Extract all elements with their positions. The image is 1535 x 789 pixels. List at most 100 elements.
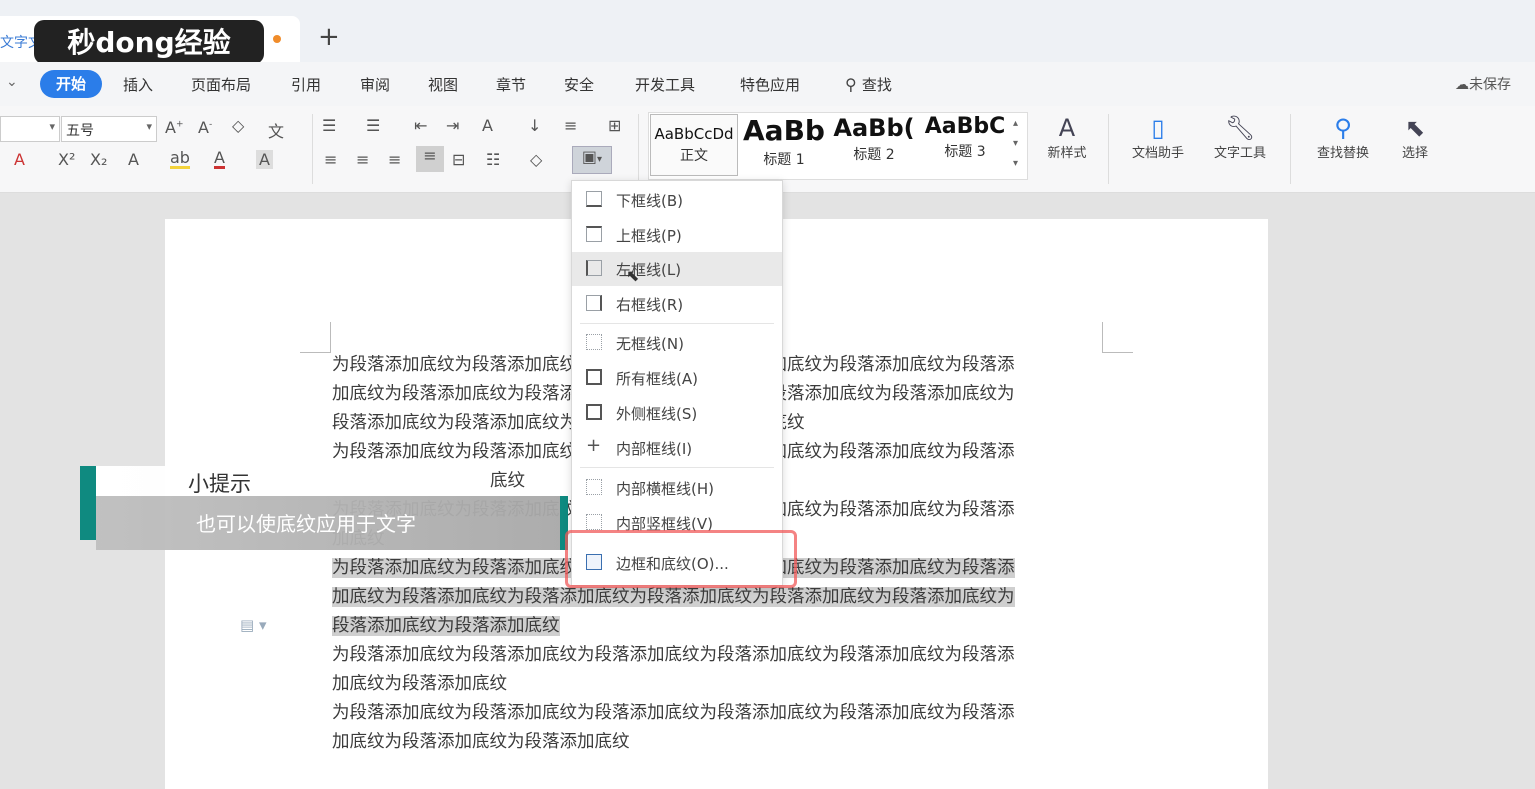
bullet-list-icon[interactable]: ☰: [322, 116, 336, 135]
select-button[interactable]: ⬉ 选择: [1390, 114, 1440, 161]
style-scroll-icon[interactable]: ▴ ▾ ▾: [1013, 114, 1018, 174]
new-tab-button[interactable]: +: [318, 24, 340, 50]
doc-line[interactable]: 加底纹为段落添加底纹为段落添加底纹: [332, 728, 1102, 757]
border-icon: ▣: [581, 147, 598, 166]
menu-collapse-icon[interactable]: ⌄: [6, 74, 18, 90]
align-left-icon[interactable]: ≡: [324, 150, 337, 169]
line-spacing-icon[interactable]: ≡: [564, 116, 577, 135]
change-case-icon[interactable]: A: [482, 116, 493, 135]
menu-start[interactable]: 开始: [40, 70, 102, 98]
menu-item-inside-borders[interactable]: + 内部框线(I): [572, 431, 782, 465]
style-heading-3[interactable]: AaBbC 标题 3: [920, 114, 1010, 174]
chevron-down-icon: ▾: [146, 120, 152, 133]
numbered-list-icon[interactable]: ☰: [366, 116, 380, 135]
chevron-down-icon: ▾: [49, 120, 55, 133]
margin-corner-mark: [1102, 322, 1133, 353]
save-status[interactable]: ☁未保存: [1455, 74, 1511, 94]
menu-item-no-border[interactable]: 无框线(N): [572, 326, 782, 360]
right-border-icon: [586, 295, 602, 311]
ribbon-divider: [1108, 114, 1109, 184]
shaded-line[interactable]: 加底纹为段落添加底纹为段落添加底纹为段落添加底纹为段落添加底纹为段落添加底纹为: [332, 587, 1015, 607]
font-size-box[interactable]: 五号 ▾: [61, 116, 157, 142]
text-effect-icon[interactable]: A: [128, 150, 139, 169]
decrease-indent-icon[interactable]: ⇤: [414, 116, 427, 135]
margin-corner-mark: [300, 322, 331, 353]
left-border-icon: [586, 260, 602, 276]
phonetic-icon[interactable]: 文: [268, 118, 284, 142]
clear-format-icon[interactable]: ◇: [232, 116, 244, 135]
cloud-icon: ☁: [1455, 77, 1469, 93]
menu-security[interactable]: 安全: [564, 74, 594, 95]
style-heading-1[interactable]: AaBb 标题 1: [740, 114, 828, 174]
menu-separator: [580, 467, 774, 468]
tip-title-background: [96, 466, 476, 496]
menu-references[interactable]: 引用: [291, 74, 321, 95]
doc-assistant-icon: ▯: [1151, 114, 1165, 142]
menu-separator: [580, 323, 774, 324]
highlight-icon[interactable]: ab: [170, 150, 190, 169]
menu-item-right-border[interactable]: 右框线(R): [572, 287, 782, 321]
subscript-icon[interactable]: X₂: [90, 150, 107, 169]
menu-review[interactable]: 审阅: [360, 74, 390, 95]
doc-line[interactable]: 为段落添加底纹为段落添加底纹为段落添加底纹为段落添加底纹为段落添加底纹为段落添: [332, 699, 1102, 728]
ribbon-divider: [638, 114, 639, 184]
paragraph-spacing-icon[interactable]: ☷: [486, 150, 500, 169]
search-icon: ⚲: [845, 75, 857, 94]
all-borders-icon: [586, 369, 602, 385]
menu-special-apps[interactable]: 特色应用: [740, 74, 800, 95]
menu-insert[interactable]: 插入: [123, 74, 153, 95]
superscript-icon[interactable]: X²: [58, 150, 75, 169]
unsaved-dot-icon: [273, 35, 281, 43]
inside-vertical-border-icon: [586, 514, 602, 530]
menu-item-bottom-border[interactable]: 下框线(B): [572, 183, 782, 217]
table-icon[interactable]: ⊞: [608, 116, 621, 135]
doc-assistant-button[interactable]: ▯ 文档助手: [1120, 114, 1196, 161]
menu-item-outside-borders[interactable]: 外侧框线(S): [572, 396, 782, 430]
align-right-icon[interactable]: ≡: [388, 150, 401, 169]
strikethrough-icon[interactable]: A: [14, 150, 25, 169]
wrench-icon: 🔧︎: [1224, 114, 1256, 142]
paste-options-icon[interactable]: ▤ ▾: [240, 616, 266, 634]
align-center-icon[interactable]: ≡: [356, 150, 369, 169]
menu-item-top-border[interactable]: 上框线(P): [572, 218, 782, 252]
top-border-icon: [586, 226, 602, 242]
new-style-icon: A: [1058, 114, 1076, 142]
doc-line[interactable]: 加底纹为段落添加底纹: [332, 670, 1102, 699]
style-normal[interactable]: AaBbCcDd 正文: [650, 114, 738, 176]
grow-font-icon[interactable]: A+: [165, 118, 184, 137]
inside-borders-icon: +: [586, 435, 602, 456]
shaded-line[interactable]: 段落添加底纹为段落添加底纹: [332, 616, 560, 636]
menu-page-layout[interactable]: 页面布局: [191, 74, 251, 95]
shading-icon[interactable]: ◇: [530, 150, 542, 169]
shrink-font-icon[interactable]: A-: [198, 118, 212, 137]
text-tools-button[interactable]: 🔧︎ 文字工具: [1200, 114, 1280, 161]
outside-borders-icon: [586, 404, 602, 420]
justify-icon[interactable]: ≡: [416, 146, 444, 172]
char-shading-icon[interactable]: A: [256, 150, 273, 169]
watermark-logo: 秒dong经验: [34, 20, 264, 64]
svg-text:秒dong经验: 秒dong经验: [67, 26, 230, 59]
menu-chapter[interactable]: 章节: [496, 74, 526, 95]
menu-view[interactable]: 视图: [428, 74, 458, 95]
ribbon-divider: [312, 114, 313, 184]
menu-item-inside-horizontal[interactable]: 内部横框线(H): [572, 471, 782, 505]
doc-line[interactable]: 为段落添加底纹为段落添加底纹为段落添加底纹为段落添加底纹为段落添加底纹为段落添: [332, 641, 1102, 670]
font-color-icon[interactable]: A: [214, 150, 225, 169]
menu-item-all-borders[interactable]: 所有框线(A): [572, 361, 782, 395]
font-name-box[interactable]: ▾: [0, 116, 60, 142]
chevron-down-icon: ▾: [597, 154, 603, 165]
new-style-button[interactable]: A 新样式: [1034, 114, 1100, 161]
cursor-icon: ⬉: [1404, 114, 1426, 142]
magnifier-icon: ⚲: [1334, 114, 1352, 142]
find-replace-button[interactable]: ⚲ 查找替换: [1300, 114, 1386, 161]
style-heading-2[interactable]: AaBb( 标题 2: [830, 114, 918, 174]
increase-indent-icon[interactable]: ⇥: [446, 116, 459, 135]
sort-icon[interactable]: ↓: [528, 116, 541, 135]
tip-title: 小提示: [188, 472, 251, 496]
menu-search[interactable]: ⚲ 查找: [845, 74, 892, 95]
menu-developer[interactable]: 开发工具: [635, 74, 695, 95]
menu-item-left-border[interactable]: 左框线(L) ⬉: [572, 252, 782, 286]
borders-button[interactable]: ▣▾: [572, 146, 612, 174]
distribute-icon[interactable]: ⊟: [452, 150, 465, 169]
ribbon-divider: [1290, 114, 1291, 184]
